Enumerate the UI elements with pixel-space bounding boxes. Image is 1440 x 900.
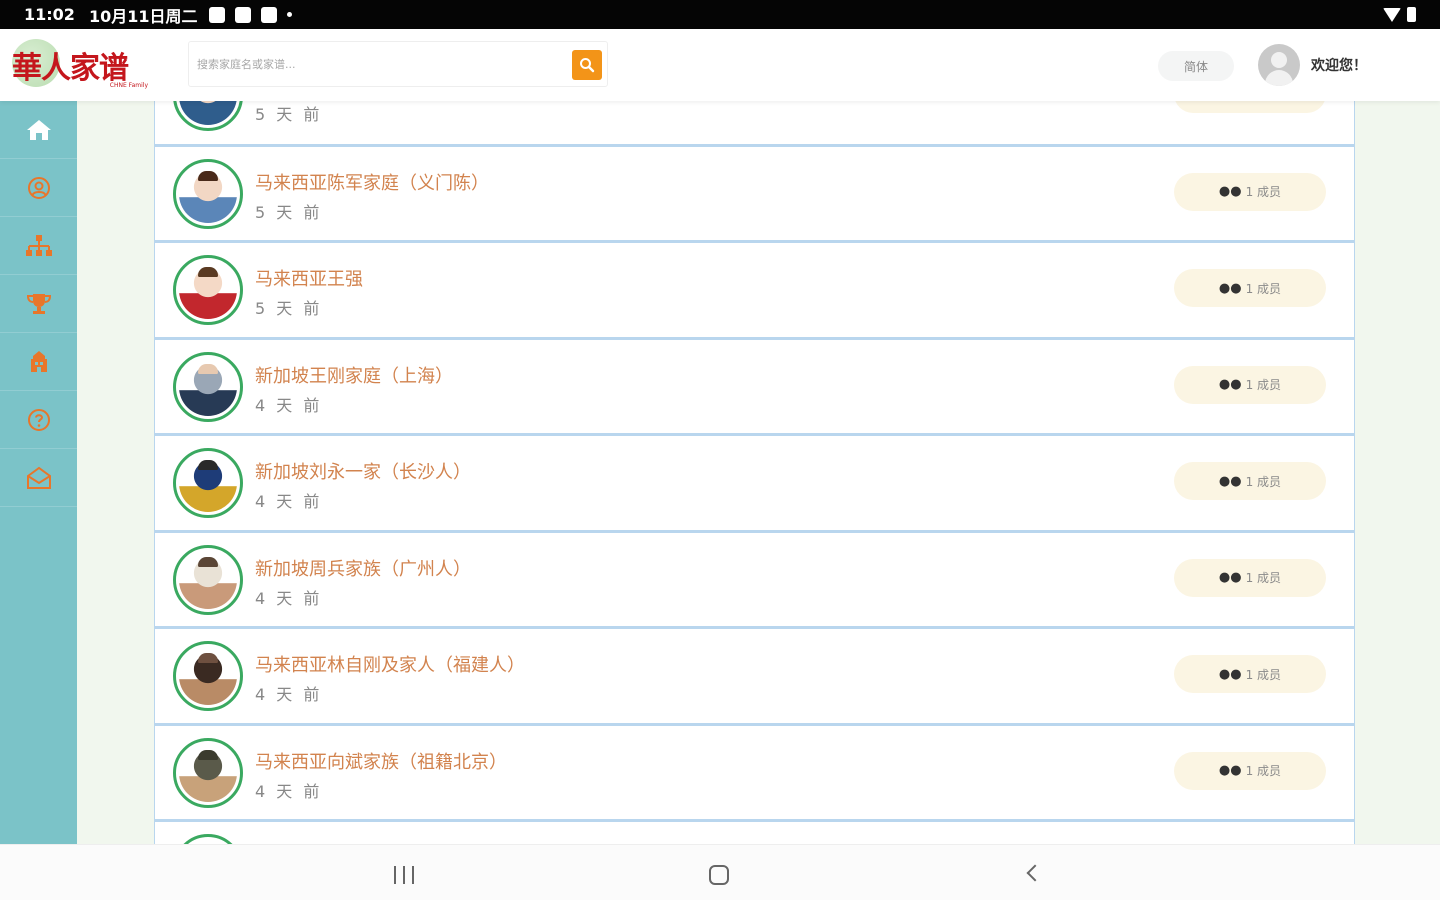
users-icon: ●●: [1218, 666, 1242, 682]
family-avatar[interactable]: [173, 641, 243, 711]
family-avatar[interactable]: [173, 351, 243, 422]
users-icon: ●●: [1218, 473, 1242, 489]
users-icon: ●●: [1218, 763, 1242, 778]
family-row[interactable]: 马来西亚陈军家庭（义门陈） 5 天 前 ●● 1 成员: [154, 144, 1355, 241]
family-name[interactable]: 新加坡王刚家庭（上海）: [255, 362, 453, 388]
search-input[interactable]: [197, 48, 567, 80]
battery-icon: [1407, 7, 1416, 22]
family-updated-time: 4 天 前: [255, 588, 323, 608]
app-icon: [261, 6, 278, 23]
member-count-badge: ●●1 成员: [1174, 172, 1326, 211]
sidebar-item-building[interactable]: [0, 333, 77, 391]
logo[interactable]: 華人家谱 CHNE Family: [12, 35, 152, 95]
family-name[interactable]: 马来西亚向斌家族（祖籍北京）: [255, 748, 507, 774]
search-button[interactable]: [572, 50, 602, 80]
family-avatar[interactable]: [173, 448, 243, 518]
family-updated-time: 4 天 前: [255, 685, 323, 704]
search-box: [188, 41, 608, 87]
trophy-icon: [26, 293, 51, 314]
family-avatar[interactable]: [173, 544, 243, 615]
member-count: 1 成员: [1245, 378, 1282, 392]
status-date: 10月11日周二: [88, 6, 198, 26]
member-count: 1 成员: [1245, 185, 1282, 199]
home-button[interactable]: [709, 865, 729, 885]
search-icon: [580, 58, 595, 73]
gallery-icon: [235, 6, 252, 23]
user-avatar[interactable]: [1258, 44, 1300, 86]
member-count-badge: ●● 1 成员: [1174, 101, 1326, 113]
family-avatar[interactable]: [173, 101, 243, 131]
users-icon: ●●: [1218, 280, 1242, 296]
sidebar: [0, 101, 77, 844]
status-bar: 11:02 10月11日周二: [0, 0, 1440, 29]
member-count-badge: ●●1 成员: [1174, 365, 1326, 404]
family-name[interactable]: 马来西亚林自刚及家人（福建人）: [255, 651, 525, 677]
home-icon: [26, 119, 51, 140]
users-icon: ●●: [1218, 570, 1242, 585]
family-avatar[interactable]: [173, 834, 243, 844]
family-updated-time: 5 天 前: [255, 105, 323, 124]
family-updated-time: 4 天 前: [255, 781, 323, 801]
users-icon: ●●: [1218, 184, 1242, 199]
users-icon: ●●: [1218, 377, 1242, 392]
family-updated-time: 5 天 前: [255, 299, 323, 318]
help-icon: [27, 408, 50, 431]
logo-subtitle: CHNE Family: [109, 82, 148, 89]
member-count-badge: ●●1 成员: [1174, 655, 1326, 693]
mail-icon: [26, 466, 51, 489]
family-row[interactable]: 马来西亚林自刚及家人（福建人） 4 天 前 ●● 1 成员: [154, 627, 1355, 724]
app-header: 華人家谱 CHNE Family 简体 欢迎您！: [0, 29, 1440, 101]
family-name[interactable]: 新加坡刘永一家（长沙人）: [255, 458, 471, 484]
recent-apps-button[interactable]: [394, 866, 414, 884]
notification-icon: [209, 6, 226, 23]
wifi-icon: [1383, 7, 1401, 22]
family-avatar[interactable]: [173, 255, 243, 325]
users-icon: ●●: [1219, 101, 1242, 102]
family-row[interactable]: [154, 820, 1355, 844]
family-row[interactable]: 新加坡刘永一家（长沙人） 4 天 前 ●● 1 成员: [154, 434, 1355, 531]
member-count-badge: ●●1 成员: [1174, 462, 1326, 500]
sidebar-item-messages[interactable]: [0, 449, 77, 507]
back-button[interactable]: [1026, 864, 1044, 882]
family-row[interactable]: 新加坡王刚家庭（上海） 4 天 前 ●● 1 成员: [154, 337, 1355, 434]
member-count: 1 成员: [1245, 571, 1282, 585]
family-name[interactable]: 新加坡周兵家族（广州人）: [255, 555, 471, 581]
family-name[interactable]: 马来西亚陈军家庭（义门陈）: [255, 169, 489, 195]
member-count: 1 成员: [1245, 764, 1282, 778]
member-count: 1 成员: [1245, 281, 1282, 296]
user-circle-icon: [27, 176, 50, 199]
sidebar-item-trophy[interactable]: [0, 275, 77, 333]
family-name[interactable]: 马来西亚王强: [255, 265, 363, 291]
member-count: 1 成员: [1245, 667, 1282, 682]
more-notifications-icon: [287, 12, 293, 17]
sidebar-item-family-tree[interactable]: [0, 217, 77, 275]
family-updated-time: 4 天 前: [255, 395, 323, 415]
logo-text: 華人家谱: [12, 51, 129, 86]
family-avatar[interactable]: [173, 737, 243, 808]
member-count-badge: ●●1 成员: [1174, 751, 1326, 790]
member-count-badge: ●●1 成员: [1174, 269, 1326, 307]
welcome-text[interactable]: 欢迎您！: [1311, 55, 1367, 75]
status-time: 11:02: [24, 5, 75, 24]
member-count-badge: ●●1 成员: [1174, 558, 1326, 597]
family-list: 5 天 前●●1 成员马来西亚陈军家庭（义门陈）5 天 前●●1 成员马来西亚王…: [154, 101, 1355, 844]
member-count: 1 成员: [1246, 101, 1281, 103]
language-toggle[interactable]: 简体: [1158, 51, 1234, 81]
family-row[interactable]: 马来西亚王强 5 天 前 ●● 1 成员: [154, 241, 1355, 338]
family-row[interactable]: 马来西亚向斌家族（祖籍北京） 4 天 前 ●● 1 成员: [154, 723, 1355, 820]
family-updated-time: 5 天 前: [255, 202, 323, 222]
sidebar-item-profile[interactable]: [0, 159, 77, 217]
building-icon: [30, 350, 47, 372]
family-updated-time: 4 天 前: [255, 492, 323, 511]
family-row[interactable]: 5 天 前 ●● 1 成员: [154, 101, 1355, 145]
family-row[interactable]: 新加坡周兵家族（广州人） 4 天 前 ●● 1 成员: [154, 530, 1355, 627]
system-nav-bar: [0, 844, 1440, 900]
member-count: 1 成员: [1245, 474, 1282, 489]
family-tree-icon: [25, 234, 52, 256]
family-list-area[interactable]: 5 天 前●●1 成员马来西亚陈军家庭（义门陈）5 天 前●●1 成员马来西亚王…: [77, 101, 1440, 844]
family-avatar[interactable]: [173, 158, 243, 229]
sidebar-item-home[interactable]: [0, 101, 77, 159]
sidebar-item-help[interactable]: [0, 391, 77, 449]
